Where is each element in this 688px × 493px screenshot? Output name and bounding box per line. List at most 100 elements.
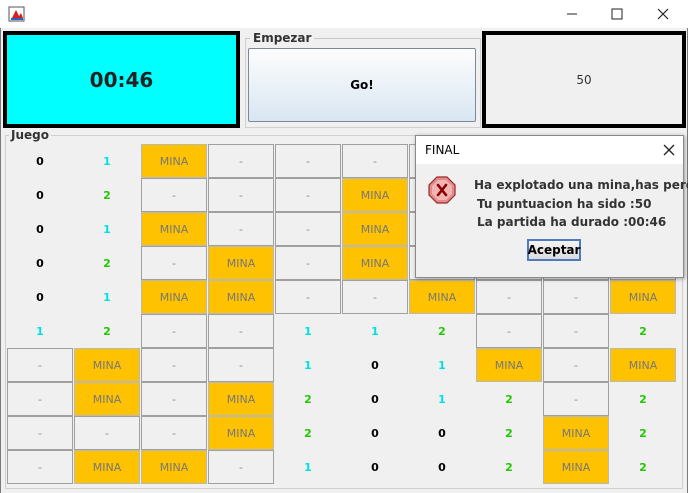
maximize-icon: [611, 8, 623, 20]
mine-cell[interactable]: MINA: [141, 280, 207, 314]
mine-cell[interactable]: MINA: [141, 144, 207, 178]
mine-cell[interactable]: MINA: [543, 416, 609, 450]
hidden-cell[interactable]: -: [275, 144, 341, 178]
mine-cell[interactable]: MINA: [610, 348, 676, 382]
number-cell: 1: [275, 314, 341, 348]
java-app-icon: [8, 6, 25, 22]
hidden-cell[interactable]: -: [208, 450, 274, 484]
number-cell: 2: [610, 450, 676, 484]
mine-cell[interactable]: MINA: [476, 348, 542, 382]
number-cell: 1: [7, 314, 73, 348]
hidden-cell[interactable]: -: [208, 314, 274, 348]
mine-cell[interactable]: MINA: [342, 246, 408, 280]
number-cell: 0: [7, 246, 73, 280]
hidden-cell[interactable]: -: [7, 382, 73, 416]
mine-cell[interactable]: MINA: [141, 450, 207, 484]
hidden-cell[interactable]: -: [141, 382, 207, 416]
hidden-cell[interactable]: -: [543, 348, 609, 382]
number-cell: 1: [74, 280, 140, 314]
mine-cell[interactable]: MINA: [610, 280, 676, 314]
mine-cell[interactable]: MINA: [74, 382, 140, 416]
mine-cell[interactable]: MINA: [141, 212, 207, 246]
mine-cell[interactable]: MINA: [409, 280, 475, 314]
mine-cell[interactable]: MINA: [543, 450, 609, 484]
mine-cell[interactable]: MINA: [74, 348, 140, 382]
hidden-cell[interactable]: -: [476, 314, 542, 348]
number-cell: 2: [476, 450, 542, 484]
minimize-button[interactable]: [549, 0, 595, 28]
dialog-message-line2: Tu puntuacion ha sido :50: [477, 197, 652, 211]
number-cell: 2: [610, 382, 676, 416]
mine-cell[interactable]: MINA: [208, 246, 274, 280]
hidden-cell[interactable]: -: [342, 280, 408, 314]
dialog-title: FINAL: [425, 143, 460, 157]
number-cell: 1: [74, 212, 140, 246]
number-cell: 0: [7, 212, 73, 246]
hidden-cell[interactable]: -: [141, 178, 207, 212]
score-display: 50: [482, 31, 686, 128]
hidden-cell[interactable]: -: [74, 416, 140, 450]
number-cell: 0: [342, 450, 408, 484]
hidden-cell[interactable]: -: [7, 450, 73, 484]
number-cell: 2: [409, 314, 475, 348]
number-cell: 2: [476, 416, 542, 450]
hidden-cell[interactable]: -: [208, 144, 274, 178]
number-cell: 1: [409, 348, 475, 382]
number-cell: 2: [74, 314, 140, 348]
number-cell: 2: [74, 178, 140, 212]
hidden-cell[interactable]: -: [275, 280, 341, 314]
mine-cell[interactable]: MINA: [74, 450, 140, 484]
window-border-left: [0, 28, 1, 493]
hidden-cell[interactable]: -: [208, 212, 274, 246]
hidden-cell[interactable]: -: [275, 212, 341, 246]
hidden-cell[interactable]: -: [543, 382, 609, 416]
mine-cell[interactable]: MINA: [208, 280, 274, 314]
number-cell: 0: [342, 348, 408, 382]
number-cell: 2: [610, 314, 676, 348]
close-icon: [657, 8, 669, 20]
number-cell: 0: [409, 416, 475, 450]
number-cell: 0: [342, 382, 408, 416]
hidden-cell[interactable]: -: [476, 280, 542, 314]
number-cell: 0: [7, 144, 73, 178]
hidden-cell[interactable]: -: [208, 178, 274, 212]
mine-cell[interactable]: MINA: [208, 416, 274, 450]
start-group-label: Empezar: [250, 31, 315, 45]
window-titlebar: [0, 0, 688, 28]
number-cell: 1: [275, 450, 341, 484]
hidden-cell[interactable]: -: [141, 246, 207, 280]
number-cell: 2: [275, 382, 341, 416]
mine-cell[interactable]: MINA: [342, 178, 408, 212]
number-cell: 1: [74, 144, 140, 178]
hidden-cell[interactable]: -: [342, 144, 408, 178]
game-group-label: Juego: [9, 128, 51, 142]
number-cell: 1: [409, 382, 475, 416]
dialog-close-icon[interactable]: [661, 142, 677, 158]
dialog-message-line1: Ha explotado una mina,has perdido: [474, 178, 688, 192]
mine-cell[interactable]: MINA: [342, 212, 408, 246]
close-button[interactable]: [640, 0, 686, 28]
hidden-cell[interactable]: -: [7, 348, 73, 382]
number-cell: 1: [275, 348, 341, 382]
dialog-titlebar: FINAL: [416, 136, 683, 164]
maximize-button[interactable]: [594, 0, 640, 28]
number-cell: 0: [409, 450, 475, 484]
number-cell: 2: [476, 382, 542, 416]
number-cell: 0: [7, 280, 73, 314]
hidden-cell[interactable]: -: [7, 416, 73, 450]
hidden-cell[interactable]: -: [275, 246, 341, 280]
minimize-icon: [567, 13, 577, 15]
number-cell: 2: [74, 246, 140, 280]
hidden-cell[interactable]: -: [141, 314, 207, 348]
hidden-cell[interactable]: -: [141, 348, 207, 382]
hidden-cell[interactable]: -: [275, 178, 341, 212]
error-icon: [428, 176, 456, 204]
hidden-cell[interactable]: -: [141, 416, 207, 450]
accept-button[interactable]: Aceptar: [527, 239, 581, 261]
number-cell: 1: [342, 314, 408, 348]
hidden-cell[interactable]: -: [543, 314, 609, 348]
hidden-cell[interactable]: -: [543, 280, 609, 314]
go-button[interactable]: Go!: [248, 48, 476, 122]
mine-cell[interactable]: MINA: [208, 382, 274, 416]
hidden-cell[interactable]: -: [208, 348, 274, 382]
